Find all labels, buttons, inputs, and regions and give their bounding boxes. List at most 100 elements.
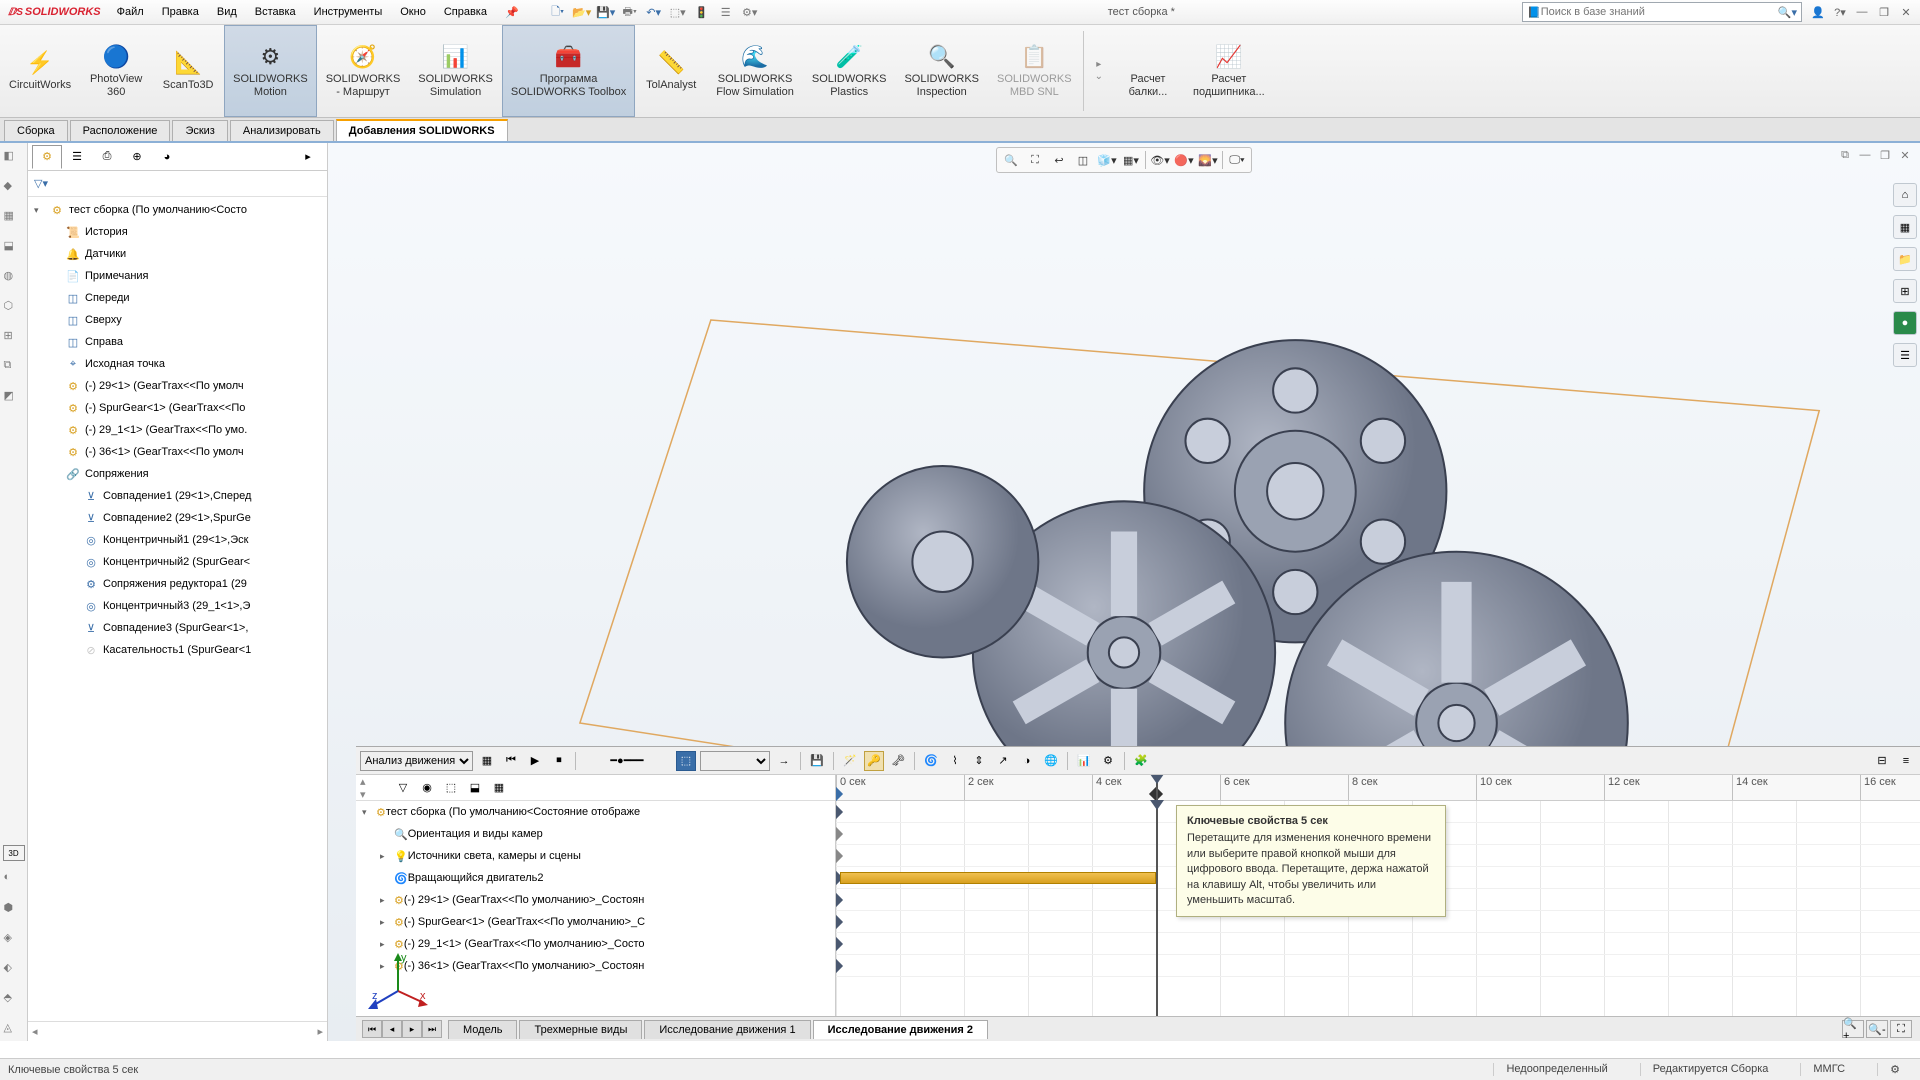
motion-item-5[interactable]: ▸⚙(-) SpurGear<1> (GearTrax<<По умолчани… [356,911,835,933]
fm-root[interactable]: ▾⚙тест сборка (По умолчанию<Состо [28,199,327,221]
help-icon[interactable]: ?▾ [1830,3,1850,21]
calc-icon[interactable]: ▦ [477,751,497,771]
lt-icon-b3[interactable]: ◈ [4,931,24,951]
options-list-icon[interactable]: ☰ [715,2,737,22]
lt-icon-8[interactable]: ⧉ [4,359,24,379]
close-icon[interactable]: ✕ [1896,3,1916,21]
save-anim-icon[interactable]: 💾 [807,751,827,771]
appearance-icon[interactable]: 🔴▾ [1174,150,1194,170]
lt-icon-b4[interactable]: ⬖ [4,961,24,981]
viewport[interactable]: 🔍 ⛶ ↩ ◫ 🧊▾ ▦▾ 👁▾ 🔴▾ 🌄▾ 🖵▾ ⧉ ― ❐ ✕ ⌂ ▦ 📁 … [328,143,1920,1041]
bottom-tab-0[interactable]: Модель [448,1020,517,1039]
bottom-tab-2[interactable]: Исследование движения 1 [644,1020,810,1039]
keyframe[interactable] [836,827,843,841]
menu-window[interactable]: Окно [392,2,434,23]
menu-view[interactable]: Вид [209,2,245,23]
bottom-tab-3[interactable]: Исследование движения 2 [813,1020,988,1039]
fm-hscroll[interactable]: ◂▸ [28,1021,327,1041]
ribbon-btn-9[interactable]: 🧪SOLIDWORKSPlastics [803,25,896,117]
search-icon[interactable]: 🔍▾ [1778,6,1797,19]
status-custom-icon[interactable]: ⚙ [1877,1063,1912,1076]
tp-appearance-icon[interactable]: ● [1893,311,1917,335]
print-icon[interactable]: 🖶▾ [619,2,641,22]
ribbon-btn-6[interactable]: 🧰ПрограммаSOLIDWORKS Toolbox [502,25,635,117]
lt-icon-9[interactable]: ◩ [4,389,24,409]
fm-tab-tree[interactable]: ⚙ [32,145,62,169]
fm-item-0[interactable]: 📜История [28,221,327,243]
lt-3d-icon[interactable]: 3D [3,845,25,861]
tp-lib-icon[interactable]: ▦ [1893,215,1917,239]
keyframe[interactable] [836,893,843,907]
play-start-icon[interactable]: ⏮ [501,751,521,771]
fm-tab-display[interactable]: ◕ [152,145,182,169]
force-icon[interactable]: ↗ [993,751,1013,771]
user-icon[interactable]: 👤 [1808,3,1828,21]
fm-item-1[interactable]: 🔔Датчики [28,243,327,265]
filter-driving-icon[interactable]: ◉ [416,778,438,798]
ribbon-btn-10[interactable]: 🔍SOLIDWORKSInspection [895,25,988,117]
hide-show-icon[interactable]: 👁▾ [1150,150,1170,170]
doc-max-icon[interactable]: ❐ [1876,147,1894,163]
bottom-tab-1[interactable]: Трехмерные виды [519,1020,642,1039]
fm-tab-dim[interactable]: ⊕ [122,145,152,169]
collapse-up-icon[interactable]: ▴ [360,775,390,788]
fm-item-11[interactable]: 🔗Сопряжения [28,463,327,485]
doc-close-icon[interactable]: ✕ [1896,147,1914,163]
ribbon-btn-2[interactable]: 📐ScanTo3D [152,25,224,117]
ribbon-btn-4[interactable]: 🧭SOLIDWORKS- Маршрут [317,25,410,117]
zoom-fit-icon[interactable]: 🔍 [1001,150,1021,170]
motion-item-2[interactable]: ▸💡Источники света, камеры и сцены [356,845,835,867]
lt-icon-1[interactable]: ◧ [4,149,24,169]
lt-icon-b2[interactable]: ⬢ [4,901,24,921]
lt-icon-b6[interactable]: ◬ [4,1021,24,1041]
menu-pushpin-icon[interactable]: 📌 [497,2,527,23]
fm-item-3[interactable]: ◫Спереди [28,287,327,309]
fm-item-13[interactable]: ⊻Совпадение2 (29<1>,SpurGe [28,507,327,529]
fm-item-14[interactable]: ◎Концентричный1 (29<1>,Эск [28,529,327,551]
fm-item-6[interactable]: ⌖Исходная точка [28,353,327,375]
tab-prev-icon[interactable]: ◂ [382,1020,402,1038]
results-icon[interactable]: 📊 [1074,751,1094,771]
menu-insert[interactable]: Вставка [247,2,304,23]
motion-item-3[interactable]: 🌀Вращающийся двигатель2 [356,867,835,889]
keyframe[interactable] [836,937,843,951]
fm-item-18[interactable]: ⊻Совпадение3 (SpurGear<1>, [28,617,327,639]
autokey-icon[interactable]: 🔑 [864,751,884,771]
tab-4[interactable]: Добавления SOLIDWORKS [336,119,508,141]
ribbon-btn-8[interactable]: 🌊SOLIDWORKSFlow Simulation [707,25,803,117]
collapse-keys-icon[interactable]: ⊟ [1872,751,1892,771]
tp-explorer-icon[interactable]: 📁 [1893,247,1917,271]
fm-item-12[interactable]: ⊻Совпадение1 (29<1>,Сперед [28,485,327,507]
sim-setup-icon[interactable]: 🧩 [1131,751,1151,771]
lt-icon-4[interactable]: ⬓ [4,239,24,259]
lt-icon-2[interactable]: ◆ [4,179,24,199]
scene-icon[interactable]: 🌄▾ [1198,150,1218,170]
orientation-triad[interactable]: yxz [368,951,428,1011]
menu-file[interactable]: Файл [109,2,152,23]
collapse-down-icon[interactable]: ▾ [360,788,390,801]
filter-results-icon[interactable]: ⬓ [464,778,486,798]
filter-selected-icon[interactable]: ⬚ [440,778,462,798]
filter-icon[interactable]: ▽▾ [34,177,48,190]
zoom-out-icon[interactable]: 🔍- [1866,1020,1888,1038]
keyframe[interactable] [836,959,843,973]
rebuild-icon[interactable]: 🚦 [691,2,713,22]
menu-tools[interactable]: Инструменты [306,2,391,23]
motor-icon[interactable]: 🌀 [921,751,941,771]
timeline[interactable]: 0 сек2 сек4 сек6 сек8 сек10 сек12 сек14 … [836,775,1920,1016]
slider-icon[interactable]: ━●━━━ [582,751,672,771]
select-icon[interactable]: ⬚▾ [667,2,689,22]
fm-item-7[interactable]: ⚙(-) 29<1> (GearTrax<<По умолч [28,375,327,397]
fm-item-4[interactable]: ◫Сверху [28,309,327,331]
lt-icon-7[interactable]: ⊞ [4,329,24,349]
playback-select[interactable] [700,751,770,771]
tab-1[interactable]: Расположение [70,120,171,141]
ribbon-btn-7[interactable]: 📏TolAnalyst [635,25,707,117]
study-type-select[interactable]: Анализ движения [360,751,473,771]
anim-wiz-icon[interactable]: 🪄 [840,751,860,771]
fm-item-17[interactable]: ◎Концентричный3 (29_1<1>,Э [28,595,327,617]
view-settings-icon[interactable]: 🖵▾ [1227,150,1247,170]
lt-icon-b5[interactable]: ⬘ [4,991,24,1011]
tab-next-icon[interactable]: ▸ [402,1020,422,1038]
prev-view-icon[interactable]: ↩ [1049,150,1069,170]
